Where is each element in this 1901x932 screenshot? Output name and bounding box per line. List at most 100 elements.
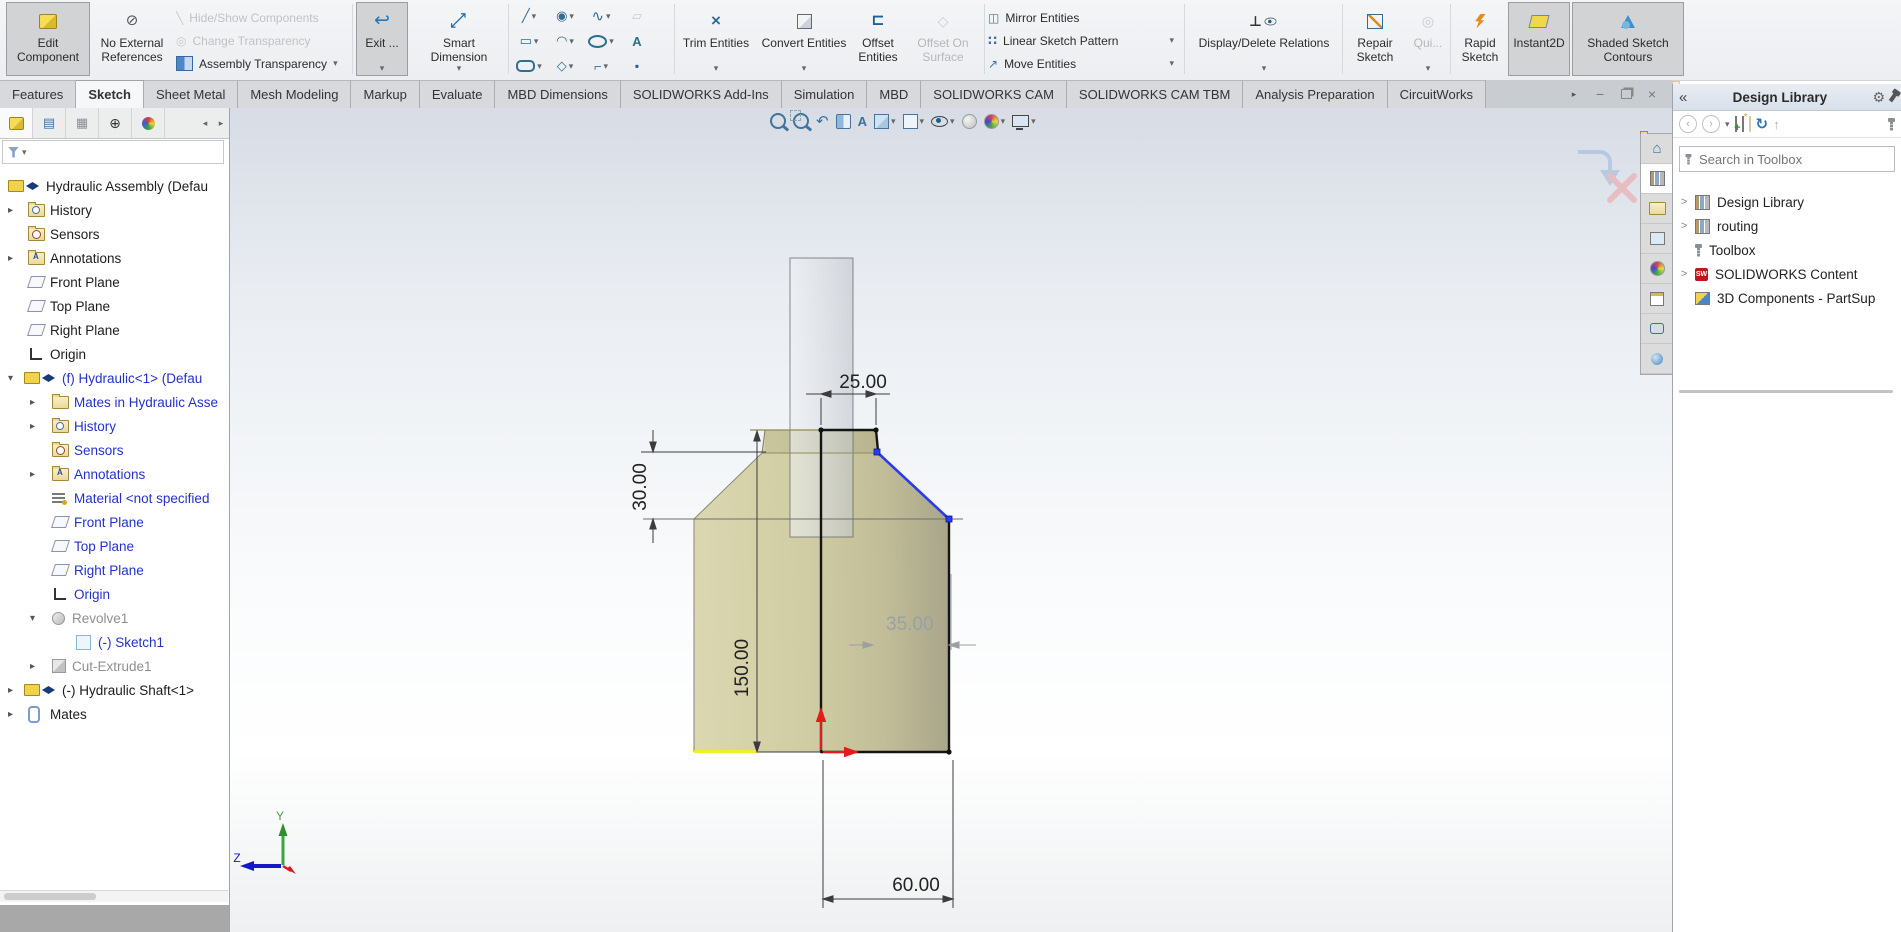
edit-component-button[interactable]: Edit Component <box>6 2 90 76</box>
expander-icon[interactable]: ▸ <box>30 397 35 408</box>
tab-custom-properties[interactable] <box>1641 284 1673 314</box>
fillet-tool-dropdown-icon[interactable]: ▾ <box>604 62 609 71</box>
tab-scroll-icon[interactable]: ▸ <box>1562 84 1586 104</box>
minimize-button[interactable]: − <box>1588 84 1612 104</box>
tab-evaluate[interactable]: Evaluate <box>420 80 496 108</box>
tree-row-cut-extrude1[interactable]: ▸ Cut-Extrude1 <box>0 654 228 678</box>
tree-row-hydraulic-shaft[interactable]: ▸ (-) Hydraulic Shaft<1> <box>0 678 228 702</box>
tree-row-sketch1[interactable]: (-) Sketch1 <box>0 630 228 654</box>
search-input[interactable] <box>1697 151 1889 168</box>
tab-mesh-modeling[interactable]: Mesh Modeling <box>238 80 351 108</box>
expander-icon[interactable]: ▸ <box>30 469 35 480</box>
tab-solidworks-cam[interactable]: SOLIDWORKS CAM <box>921 80 1067 108</box>
selected-endpoint[interactable] <box>946 516 952 522</box>
options-gear-icon[interactable]: ⚙ <box>1872 89 1885 106</box>
expander-icon[interactable]: ▾ <box>8 373 13 384</box>
expand-chevron-icon[interactable]: > <box>1681 220 1687 232</box>
forward-button[interactable]: › <box>1702 115 1720 133</box>
exit-sketch-button[interactable]: ↩ Exit ... ▾ <box>356 2 408 76</box>
tree-row-top-plane[interactable]: Top Plane <box>0 294 228 318</box>
mirror-entities-button[interactable]: ◫ Mirror Entities <box>988 6 1174 29</box>
tab-view-palette[interactable] <box>1641 224 1673 254</box>
back-button[interactable]: ‹ <box>1679 115 1697 133</box>
tree-row-annotations[interactable]: ▸ Annotations <box>0 462 228 486</box>
tree-row-annotations[interactable]: ▸ Annotations <box>0 246 228 270</box>
point-tool-button[interactable]: ▪ <box>620 54 654 78</box>
tree-row-mates[interactable]: ▸ Mates <box>0 702 228 726</box>
dimension-150-text[interactable]: 150.00 <box>732 639 753 697</box>
tab-mbd[interactable]: MBD <box>867 80 921 108</box>
tree-row-assembly[interactable]: Hydraulic Assembly (Defau <box>0 174 228 198</box>
arc-tool-dropdown-icon[interactable]: ▾ <box>569 37 574 46</box>
tree-horizontal-scrollbar[interactable] <box>0 890 228 902</box>
close-button[interactable]: × <box>1640 84 1664 104</box>
ellipse-tool-dropdown-icon[interactable]: ▾ <box>609 37 614 46</box>
slot-tool-button[interactable]: ▾ <box>512 54 546 78</box>
library-row-solidworks-content[interactable]: > SW SOLIDWORKS Content <box>1673 262 1901 286</box>
tree-row-origin[interactable]: Origin <box>0 582 228 606</box>
exit-sketch-dropdown-icon[interactable]: ▾ <box>380 64 385 73</box>
expander-icon[interactable]: ▸ <box>8 205 13 216</box>
repair-sketch-button[interactable]: Repair Sketch <box>1346 2 1404 76</box>
tab-featuremanager[interactable] <box>0 108 33 138</box>
tab-solidworks-cam-tbm[interactable]: SOLIDWORKS CAM TBM <box>1067 80 1243 108</box>
library-row-design-library[interactable]: > Design Library <box>1673 190 1901 214</box>
move-entities-button[interactable]: ↗ Move Entities ▾ <box>988 52 1174 75</box>
convert-entities-dropdown-icon[interactable]: ▾ <box>802 64 807 73</box>
manager-tab-scroll-right-icon[interactable]: ▸ <box>213 108 229 138</box>
selected-endpoint[interactable] <box>874 449 880 455</box>
spline-tool-dropdown-icon[interactable]: ▾ <box>606 12 611 21</box>
add-to-library-button[interactable]: + <box>1735 117 1737 131</box>
dimension-35-text[interactable]: 35.00 <box>886 614 934 635</box>
sketch-point[interactable] <box>818 427 823 432</box>
tree-row-mates-in-assembly[interactable]: ▸ Mates in Hydraulic Asse <box>0 390 228 414</box>
tree-row-front-plane[interactable]: Front Plane <box>0 270 228 294</box>
tab-simulation[interactable]: Simulation <box>782 80 868 108</box>
tab-markup[interactable]: Markup <box>351 80 419 108</box>
graphics-viewport[interactable]: ↶ A ▾ ▾ ▾ ▾ ▾ <box>230 108 1672 932</box>
line-tool-button[interactable]: ╱▾ <box>512 4 546 28</box>
tree-row-history[interactable]: ▸ History <box>0 414 228 438</box>
tab-circuitworks[interactable]: CircuitWorks <box>1388 80 1486 108</box>
tab-appearances-scenes[interactable] <box>1641 254 1673 284</box>
polygon-tool-button[interactable]: ◇▾ <box>548 54 582 78</box>
instant2d-button[interactable]: Instant2D <box>1508 2 1570 76</box>
dimension-60-text[interactable]: 60.00 <box>892 875 940 896</box>
slot-tool-dropdown-icon[interactable]: ▾ <box>537 62 542 71</box>
tab-configurationmanager[interactable]: ▦ <box>66 108 99 138</box>
assembly-transparency-dropdown-icon[interactable]: ▾ <box>333 59 338 68</box>
rapid-sketch-button[interactable]: Rapid Sketch <box>1454 2 1506 76</box>
tab-analysis-preparation[interactable]: Analysis Preparation <box>1243 80 1387 108</box>
tree-filter[interactable]: ▾ <box>2 140 224 164</box>
nav-dropdown-icon[interactable]: ▾ <box>1725 120 1730 129</box>
smart-dimension-dropdown-icon[interactable]: ▾ <box>457 64 462 73</box>
sketch-point[interactable] <box>873 427 878 432</box>
toolbox-search-box[interactable] <box>1679 146 1895 172</box>
line-tool-dropdown-icon[interactable]: ▾ <box>532 12 537 21</box>
tab-displaymanager[interactable] <box>132 108 165 138</box>
restore-button[interactable] <box>1614 84 1638 104</box>
expander-icon[interactable]: ▸ <box>8 253 13 264</box>
expander-icon[interactable]: ▸ <box>30 421 35 432</box>
circle-tool-button[interactable]: ◉▾ <box>548 4 582 28</box>
move-entities-dropdown-icon[interactable]: ▾ <box>1169 59 1174 68</box>
dimension-30-text[interactable]: 30.00 <box>630 463 651 511</box>
tree-row-sensors[interactable]: Sensors <box>0 438 228 462</box>
tree-row-history[interactable]: ▸ History <box>0 198 228 222</box>
offset-entities-button[interactable]: ⊏ Offset Entities <box>854 2 902 76</box>
cancel-sketch-corner-icon[interactable] <box>1610 176 1634 200</box>
task-pane-scrollbar[interactable] <box>1679 390 1893 393</box>
tab-dimxpertmanager[interactable]: ⊕ <box>99 108 132 138</box>
text-tool-button[interactable]: A <box>620 29 654 53</box>
tab-propertymanager[interactable]: ▤ <box>33 108 66 138</box>
convert-entities-button[interactable]: Convert Entities ▾ <box>758 2 850 76</box>
tab-sheet-metal[interactable]: Sheet Metal <box>144 80 238 108</box>
ellipse-tool-button[interactable]: ▾ <box>584 29 618 53</box>
display-delete-relations-button[interactable]: ⊥ Display/Delete Relations ▾ <box>1188 2 1340 76</box>
shaded-sketch-contours-button[interactable]: Shaded Sketch Contours <box>1572 2 1684 76</box>
library-row-routing[interactable]: > routing <box>1673 214 1901 238</box>
tree-row-material[interactable]: Material <not specified <box>0 486 228 510</box>
library-row-3d-components[interactable]: 3D Components - PartSup <box>1673 286 1901 310</box>
trim-entities-button[interactable]: × Trim Entities ▾ <box>678 2 754 76</box>
tab-sketch[interactable]: Sketch <box>76 80 144 108</box>
